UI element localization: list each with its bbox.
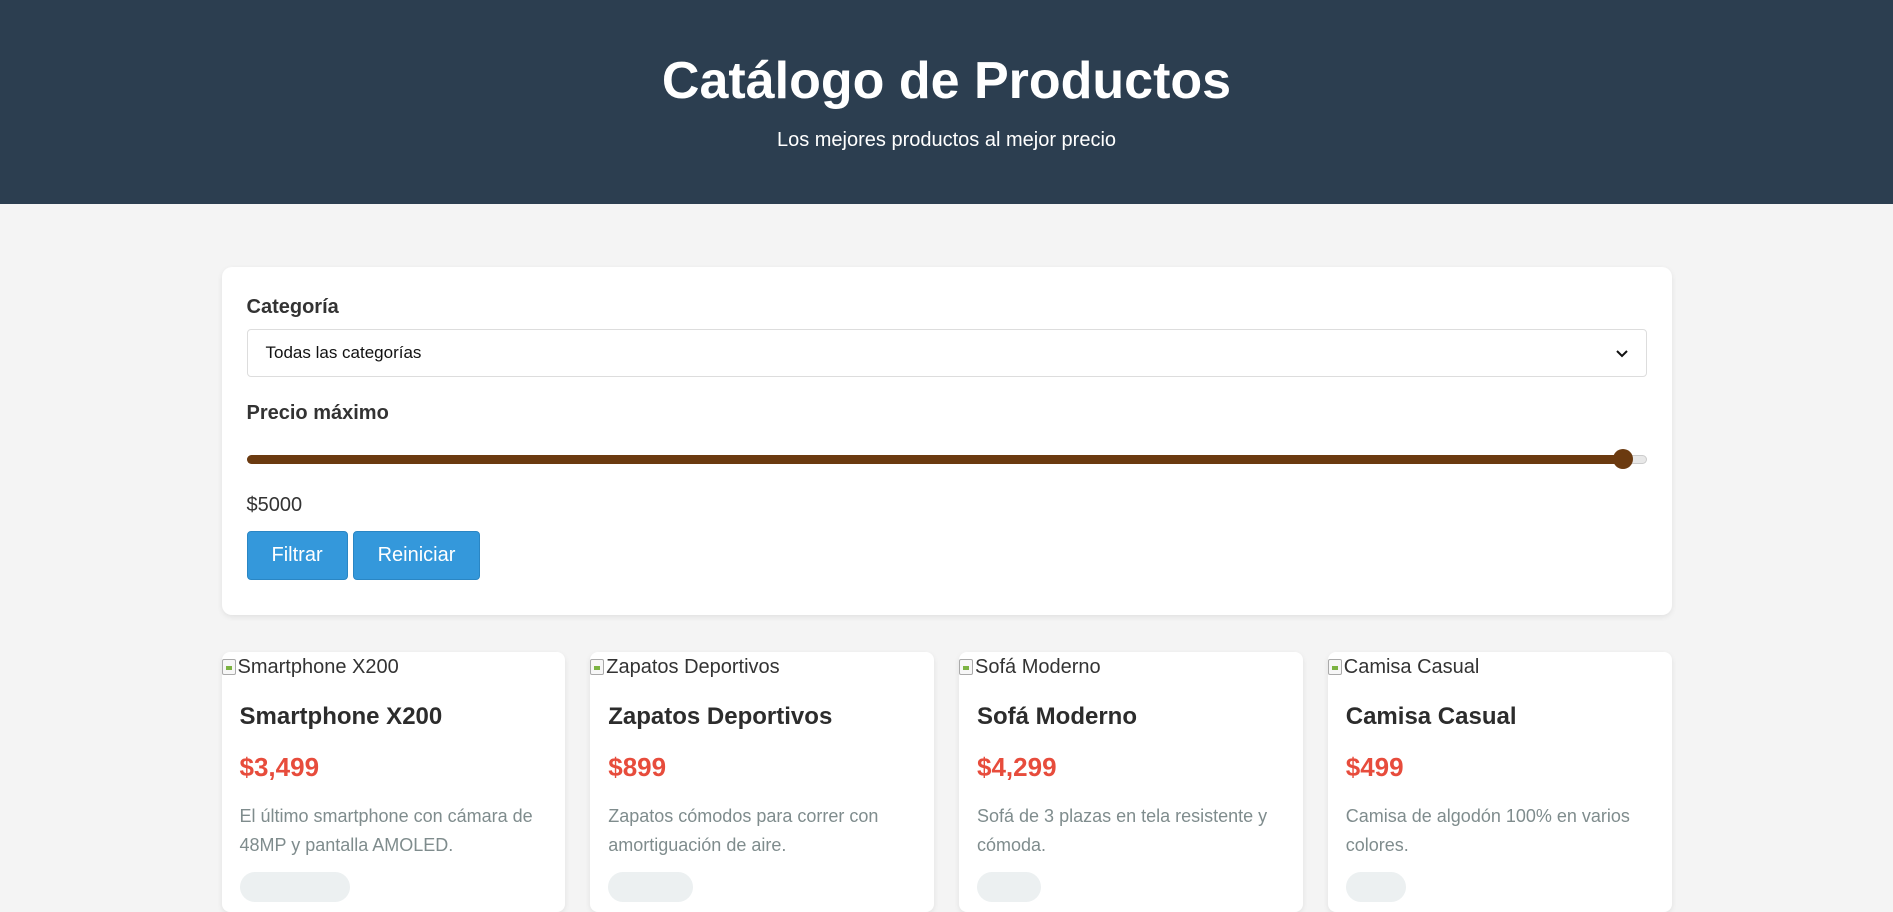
- product-image: Zapatos Deportivos: [590, 652, 934, 682]
- price-slider-fill: [246, 455, 1623, 464]
- product-card[interactable]: Camisa Casual Camisa Casual $499 Camisa …: [1327, 652, 1672, 912]
- product-price: $4,299: [977, 752, 1057, 782]
- product-price: $899: [608, 752, 667, 782]
- product-card[interactable]: Sofá Moderno Sofá Moderno $4,299 Sofá de…: [959, 652, 1303, 912]
- product-image: Smartphone X200: [221, 652, 566, 682]
- product-description: Camisa de algodón 100% en varios colores…: [1345, 806, 1630, 855]
- product-image-alt: Zapatos Deportivos: [606, 655, 780, 678]
- product-name: Smartphone X200: [239, 703, 443, 730]
- filter-actions: Filtrar Reiniciar: [246, 531, 1647, 580]
- page-subtitle: Los mejores productos al mejor precio: [776, 129, 1117, 151]
- category-label: Categoría: [246, 296, 339, 318]
- product-description: Sofá de 3 plazas en tela resistente y có…: [977, 806, 1268, 855]
- price-label: Precio máximo: [246, 402, 389, 424]
- product-action[interactable]: [608, 872, 694, 902]
- category-select[interactable]: Todas las categorías: [246, 329, 1647, 377]
- broken-image-icon: [221, 659, 236, 675]
- page-header: Catálogo de Productos Los mejores produc…: [0, 0, 1893, 204]
- category-selected-value: Todas las categorías: [265, 343, 422, 362]
- product-card[interactable]: Smartphone X200 Smartphone X200 $3,499 E…: [221, 652, 566, 912]
- filter-panel: Categoría Todas las categorías Precio má…: [221, 267, 1672, 615]
- filter-button[interactable]: Filtrar: [246, 531, 348, 580]
- product-image: Sofá Moderno: [959, 652, 1303, 682]
- product-description: Zapatos cómodos para correr con amortigu…: [608, 806, 879, 855]
- page-title: Catálogo de Productos: [661, 52, 1232, 110]
- product-image-alt: Sofá Moderno: [975, 655, 1101, 678]
- product-name: Sofá Moderno: [977, 703, 1137, 730]
- price-slider-thumb[interactable]: [1612, 449, 1633, 469]
- product-action[interactable]: [239, 872, 350, 902]
- product-image-alt: Smartphone X200: [237, 655, 399, 678]
- product-grid: Smartphone X200 Smartphone X200 $3,499 E…: [221, 652, 1672, 912]
- product-action[interactable]: [977, 872, 1041, 902]
- product-price: $499: [1345, 752, 1404, 782]
- product-image: Camisa Casual: [1327, 652, 1672, 682]
- product-name: Zapatos Deportivos: [608, 703, 833, 730]
- main-content: Categoría Todas las categorías Precio má…: [221, 267, 1672, 912]
- broken-image-icon: [959, 659, 973, 675]
- product-name: Camisa Casual: [1345, 703, 1517, 730]
- chevron-down-icon: [1615, 350, 1628, 358]
- broken-image-icon: [590, 659, 605, 675]
- price-slider[interactable]: [246, 449, 1647, 469]
- reset-button[interactable]: Reiniciar: [352, 531, 481, 580]
- product-action[interactable]: [1345, 872, 1406, 902]
- broken-image-icon: [1327, 659, 1342, 675]
- product-description: El último smartphone con cámara de 48MP …: [239, 806, 533, 855]
- product-price: $3,499: [239, 752, 320, 782]
- product-image-alt: Camisa Casual: [1343, 655, 1480, 678]
- product-card[interactable]: Zapatos Deportivos Zapatos Deportivos $8…: [590, 652, 934, 912]
- price-value: $5000: [246, 494, 303, 516]
